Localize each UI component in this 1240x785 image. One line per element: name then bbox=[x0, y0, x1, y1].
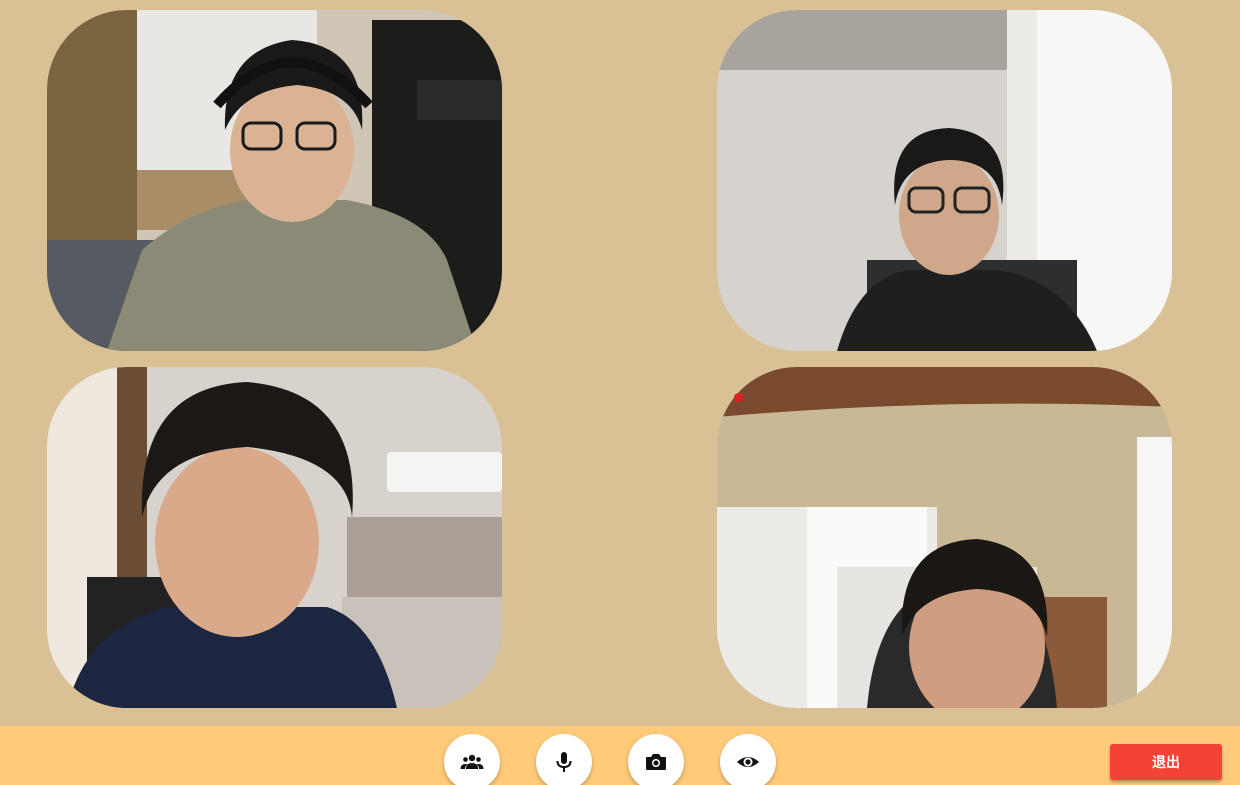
exit-button[interactable]: 退出 bbox=[1110, 744, 1222, 780]
microphone-icon bbox=[556, 752, 572, 772]
control-toolbar: 退出 bbox=[0, 726, 1240, 785]
view-toggle-button[interactable] bbox=[720, 734, 776, 785]
video-tile-participant-1[interactable] bbox=[47, 10, 502, 351]
participant-2-video bbox=[717, 10, 1172, 351]
video-tile-participant-2[interactable] bbox=[717, 10, 1172, 351]
camera-icon bbox=[646, 754, 666, 770]
video-tile-participant-4[interactable] bbox=[717, 367, 1172, 708]
recording-indicator-dot bbox=[734, 393, 743, 402]
participant-4-video bbox=[717, 367, 1172, 708]
camera-button[interactable] bbox=[628, 734, 684, 785]
people-icon bbox=[460, 754, 484, 769]
participants-button[interactable] bbox=[444, 734, 500, 785]
eye-icon bbox=[737, 757, 759, 767]
microphone-button[interactable] bbox=[536, 734, 592, 785]
video-tile-participant-3[interactable] bbox=[47, 367, 502, 708]
participant-3-video bbox=[47, 367, 502, 708]
participant-1-video bbox=[47, 10, 502, 351]
